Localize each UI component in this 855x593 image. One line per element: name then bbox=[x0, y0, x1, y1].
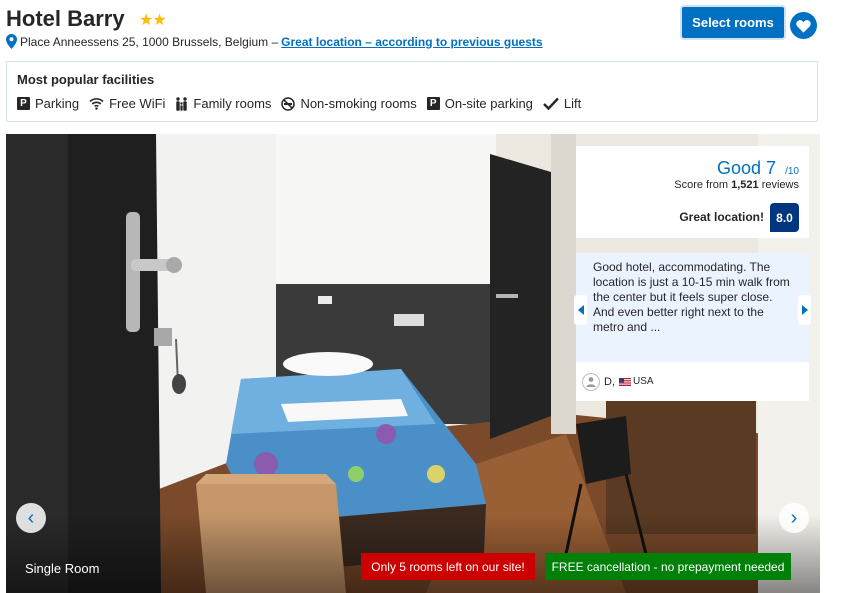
facility-item: Family rooms bbox=[175, 96, 271, 111]
address-line: Place Anneessens 25, 1000 Brussels, Belg… bbox=[6, 34, 543, 49]
facilities-panel bbox=[6, 61, 818, 122]
facility-label: Non-smoking rooms bbox=[300, 96, 417, 111]
facility-label: Parking bbox=[35, 96, 80, 111]
facility-label: Free WiFi bbox=[109, 96, 166, 111]
facility-item: P Parking bbox=[17, 96, 79, 111]
location-score-badge: 8.0 bbox=[770, 203, 799, 232]
reviewer-info: D, USA bbox=[576, 362, 809, 401]
facilities-list: P Parking Free WiFi Family rooms Non-smo… bbox=[17, 96, 591, 111]
facility-label: Lift bbox=[563, 96, 582, 111]
great-location-link[interactable]: Great location – according to previous g… bbox=[281, 35, 542, 49]
hotel-address: Place Anneessens 25, 1000 Brussels, Belg… bbox=[20, 34, 279, 49]
user-icon bbox=[586, 377, 596, 387]
gallery-next-button[interactable]: › bbox=[779, 503, 809, 533]
facility-label: Family rooms bbox=[193, 96, 272, 111]
usa-flag-icon bbox=[619, 377, 631, 386]
review-next-button[interactable] bbox=[798, 295, 811, 325]
score-word: Good 7 bbox=[716, 158, 776, 178]
star-rating: ★★ bbox=[139, 12, 167, 29]
reviewer-country: USA bbox=[633, 376, 654, 387]
hotel-name: Hotel Barry bbox=[6, 6, 125, 31]
facilities-title: Most popular facilities bbox=[17, 72, 155, 87]
facility-item: P On-site parking bbox=[426, 96, 533, 111]
reviews-label: reviews bbox=[761, 179, 799, 191]
location-label: Great location! bbox=[679, 210, 764, 224]
chevron-left-icon bbox=[577, 305, 584, 315]
check-icon bbox=[543, 97, 559, 110]
review-text: Good hotel, accommodating. The location … bbox=[593, 260, 790, 334]
facility-item: Free WiFi bbox=[89, 96, 165, 111]
gallery-prev-button[interactable]: ‹ bbox=[16, 503, 46, 533]
map-pin-icon bbox=[6, 34, 17, 49]
facility-item: Lift bbox=[543, 96, 581, 111]
free-cancellation-badge: FREE cancellation - no prepayment needed bbox=[545, 553, 791, 580]
review-count: Score from 1,521 reviews bbox=[674, 179, 799, 191]
wifi-icon bbox=[89, 97, 104, 110]
review-prev-button[interactable] bbox=[574, 295, 587, 325]
room-type-label: Single Room bbox=[25, 561, 100, 576]
heart-icon bbox=[796, 19, 811, 33]
score-from-label: Score from bbox=[674, 179, 729, 191]
select-rooms-button[interactable]: Select rooms bbox=[682, 7, 784, 38]
facility-label: On-site parking bbox=[444, 96, 533, 111]
review-score-card[interactable]: Good 7 /10 Score from 1,521 reviews Grea… bbox=[576, 146, 809, 238]
chevron-right-icon bbox=[801, 305, 808, 315]
save-favorite-button[interactable] bbox=[790, 12, 817, 39]
parking-icon: P bbox=[17, 97, 30, 110]
parking-icon: P bbox=[426, 97, 440, 110]
avatar bbox=[582, 372, 600, 391]
family-icon bbox=[175, 96, 188, 111]
reviewer-name: D, bbox=[604, 375, 615, 388]
guest-review-card: Good hotel, accommodating. The location … bbox=[574, 253, 811, 362]
score-max: /10 bbox=[785, 166, 799, 177]
urgency-badge: Only 5 rooms left on our site! bbox=[361, 553, 535, 580]
review-count-value: 1,521 bbox=[731, 179, 759, 191]
no-smoking-icon bbox=[281, 96, 296, 111]
facility-item: Non-smoking rooms bbox=[281, 96, 417, 111]
